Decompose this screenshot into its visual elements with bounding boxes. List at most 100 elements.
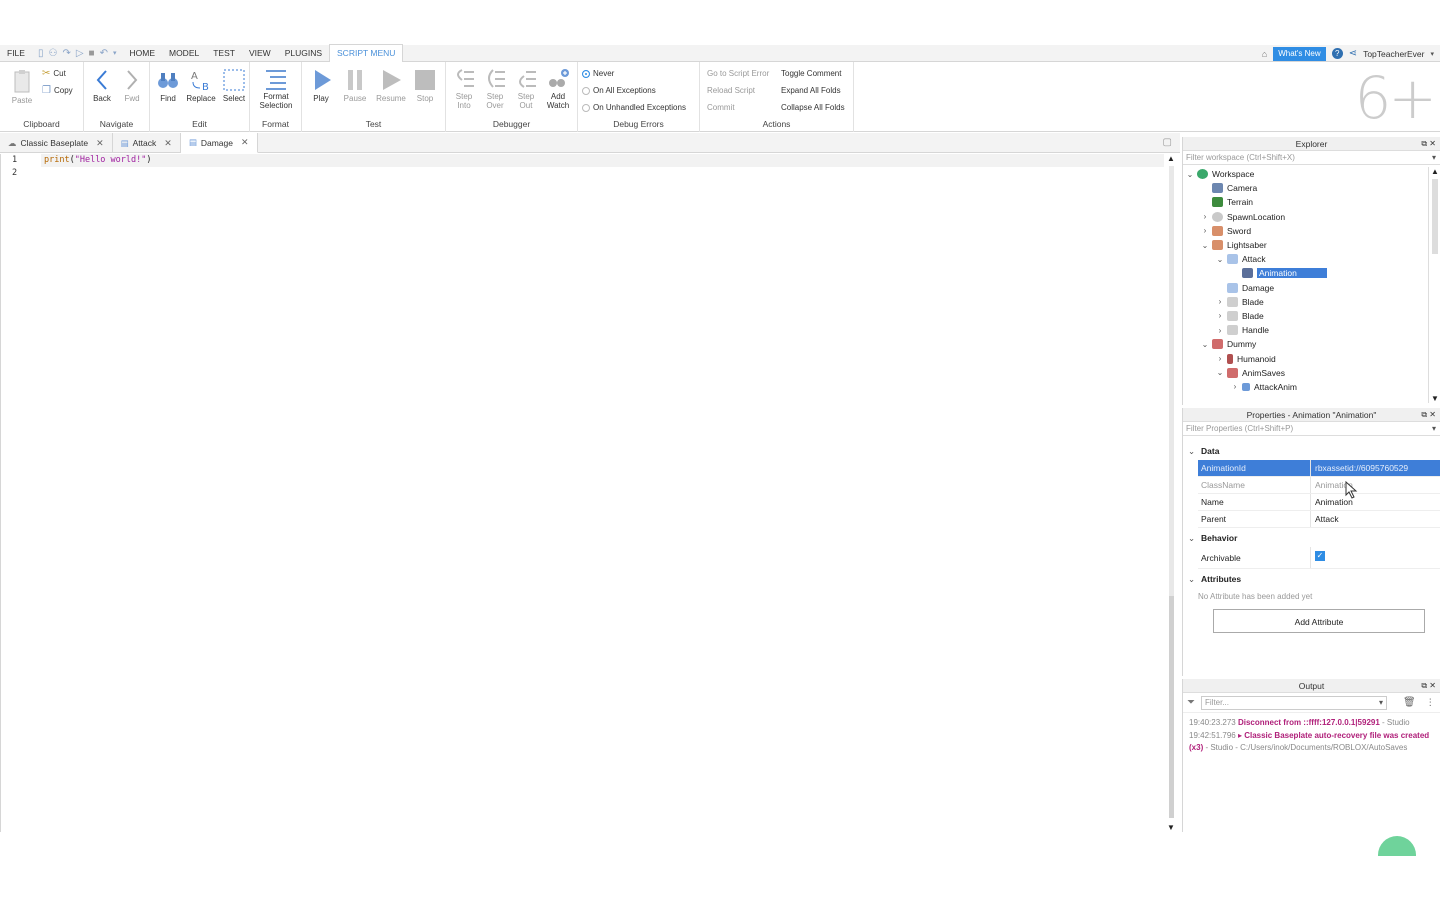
close-icon[interactable]: ✕ [241,137,249,148]
new-file-icon[interactable]: ▯ [38,48,44,59]
code-line[interactable]: print("Hello world!") [41,154,1164,167]
tree-item-handle[interactable]: › Handle [1183,323,1428,337]
prop-row-animationid[interactable]: AnimationId rbxassetid://6095760529 [1198,460,1440,477]
tree-item-lightsaber[interactable]: ⌄ Lightsaber [1183,238,1428,252]
close-icon[interactable]: ✕ [96,138,104,149]
tree-item-terrain[interactable]: Terrain [1183,195,1428,209]
add-watch-button[interactable]: Add Watch [544,68,572,110]
chevron-right-icon[interactable]: › [1200,212,1210,221]
close-icon[interactable]: ✕ [1429,410,1436,419]
script-editor[interactable]: 1 2 print("Hello world!") ▲ ▼ [0,154,1180,832]
add-attribute-button[interactable]: Add Attribute [1213,609,1425,633]
back-button[interactable]: Back [88,68,116,103]
stop-small-icon[interactable]: ■ [89,48,95,59]
step-over-button[interactable]: Step Over [481,68,509,110]
filter-funnel-icon[interactable]: ⏷ [1187,697,1195,708]
replace-button[interactable]: AB Replace [184,68,218,103]
menu-file[interactable]: FILE [0,45,32,62]
undo-icon[interactable]: ↶ [100,48,108,59]
tree-item-humanoid[interactable]: › Humanoid [1183,351,1428,365]
find-button[interactable]: Find [154,68,182,103]
tab-home[interactable]: HOME [122,45,162,62]
stop-button[interactable]: Stop [410,68,440,103]
close-icon[interactable]: ✕ [1429,681,1436,690]
step-out-button[interactable]: Step Out [512,68,540,110]
scroll-down-icon[interactable]: ▼ [1167,823,1175,832]
play-button[interactable]: Play [306,68,336,103]
scroll-thumb[interactable] [1169,596,1174,818]
reload-script-button[interactable]: Reload Script [707,86,755,95]
scroll-up-icon[interactable]: ▲ [1167,154,1175,163]
code-line[interactable] [41,167,1164,180]
close-icon[interactable]: ✕ [164,138,172,149]
undock-icon[interactable]: ⧉ [1421,139,1427,148]
chevron-down-icon[interactable]: ▾ [1430,50,1434,58]
radio-never[interactable]: Never [582,69,614,78]
tree-item-dummy[interactable]: ⌄ Dummy [1183,337,1428,351]
tree-item-workspace[interactable]: ⌄ Workspace [1183,167,1428,181]
username[interactable]: TopTeacherEver [1363,49,1424,59]
code-area[interactable]: print("Hello world!") [41,154,1164,179]
pause-button[interactable]: Pause [340,68,370,103]
collapse-all-folds-button[interactable]: Collapse All Folds [781,103,845,112]
tree-item-camera[interactable]: Camera [1183,181,1428,195]
prop-value[interactable]: Attack [1311,511,1440,527]
scroll-down-icon[interactable]: ▼ [1431,394,1439,403]
editor-scrollbar[interactable]: ▲ ▼ [1165,154,1178,832]
prop-value-input[interactable]: rbxassetid://6095760529 [1311,460,1440,476]
paste-button[interactable]: Paste [8,68,36,105]
split-view-icon[interactable]: ▢ [1163,137,1172,148]
prop-row-archivable[interactable]: Archivable ✓ [1198,547,1440,569]
binoculars-icon[interactable]: ⚇ [48,48,57,59]
tab-classic-baseplate[interactable]: ☁ Classic Baseplate ✕ [0,133,113,153]
tree-item-damage[interactable]: Damage [1183,281,1428,295]
tree-item-blade[interactable]: › Blade [1183,295,1428,309]
tree-item-animsaves[interactable]: ⌄ AnimSaves [1183,366,1428,380]
more-options-icon[interactable]: ⋮ [1426,697,1435,708]
tab-model[interactable]: MODEL [162,45,206,62]
step-into-button[interactable]: Step Into [450,68,478,110]
whats-new-button[interactable]: What's New [1273,46,1326,61]
prop-value-input[interactable]: Animation [1311,494,1440,510]
chevron-down-icon[interactable]: ▾ [113,49,117,57]
chevron-down-icon[interactable]: ▾ [1432,151,1436,165]
group-attributes[interactable]: ⌄ Attributes [1183,571,1440,588]
tab-test[interactable]: TEST [206,45,242,62]
undock-icon[interactable]: ⧉ [1421,681,1427,690]
play-here-icon[interactable]: ▷ [76,48,84,59]
undock-icon[interactable]: ⧉ [1421,410,1427,419]
tab-attack[interactable]: ▤ Attack ✕ [113,133,181,153]
chevron-right-icon[interactable]: › [1230,382,1240,391]
expand-all-folds-button[interactable]: Expand All Folds [781,86,841,95]
chevron-down-icon[interactable]: ⌄ [1215,368,1225,377]
help-icon[interactable]: ? [1331,48,1343,59]
format-selection-button[interactable]: Format Selection [254,68,298,110]
radio-unhandled-exceptions[interactable]: On Unhandled Exceptions [582,103,686,112]
tree-item-blade[interactable]: › Blade [1183,309,1428,323]
tab-plugins[interactable]: PLUGINS [278,45,329,62]
tree-item-attack[interactable]: ⌄ Attack [1183,252,1428,266]
chevron-down-icon[interactable]: ⌄ [1200,241,1210,250]
tab-view[interactable]: VIEW [242,45,278,62]
resume-button[interactable]: Resume [374,68,408,103]
commit-button[interactable]: Commit [707,103,735,112]
chevron-right-icon[interactable]: › [1215,311,1225,320]
scroll-thumb[interactable] [1432,179,1438,254]
chevron-down-icon[interactable]: ⌄ [1185,170,1195,179]
share-icon[interactable]: ⋖ [1349,48,1357,59]
group-data[interactable]: ⌄ Data [1183,443,1440,460]
explorer-filter-input[interactable]: Filter workspace (Ctrl+Shift+X) ▾ [1183,151,1440,165]
select-button[interactable]: Select [220,68,248,103]
floating-chat-bubble[interactable] [1378,836,1416,856]
copy-button[interactable]: ❐ Copy [42,85,73,96]
tab-damage[interactable]: ▤ Damage ✕ [180,133,258,153]
scroll-up-icon[interactable]: ▲ [1431,167,1439,176]
checkbox-checked-icon[interactable]: ✓ [1315,551,1325,561]
properties-filter-input[interactable]: Filter Properties (Ctrl+Shift+P) ▾ [1183,422,1440,436]
chevron-down-icon[interactable]: ▾ [1379,697,1383,709]
prop-row-name[interactable]: Name Animation [1198,494,1440,511]
chevron-right-icon[interactable]: › [1215,354,1225,363]
close-icon[interactable]: ✕ [1429,139,1436,148]
chevron-down-icon[interactable]: ⌄ [1215,255,1225,264]
chevron-down-icon[interactable]: ▾ [1432,422,1436,436]
